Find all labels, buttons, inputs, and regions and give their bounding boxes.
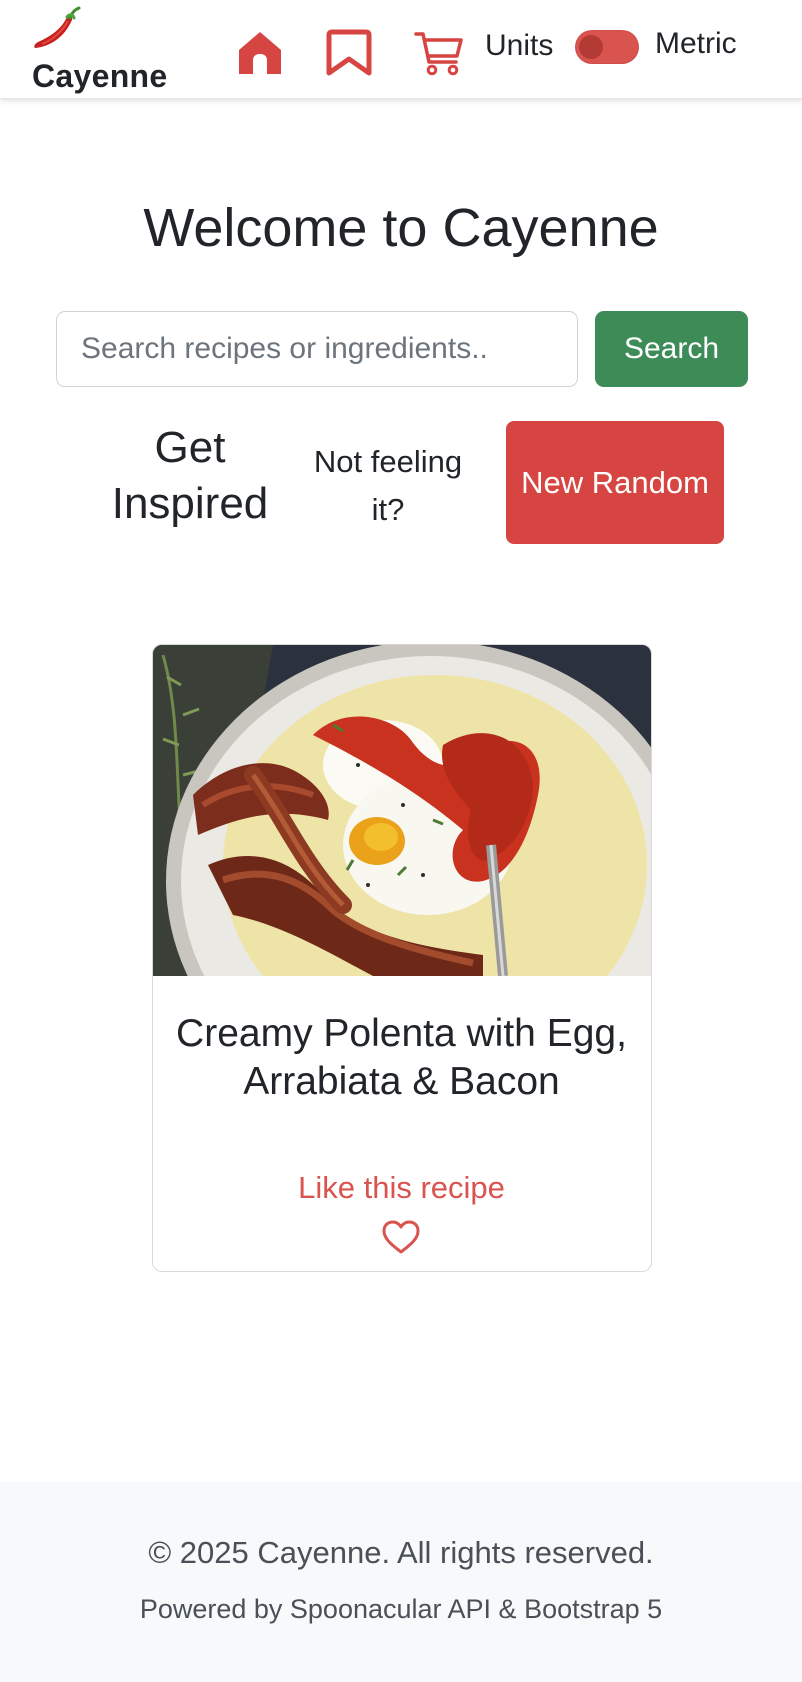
toggle-knob: [579, 35, 603, 59]
recipe-image[interactable]: [153, 645, 652, 976]
get-inspired-heading: Get Inspired: [111, 423, 269, 528]
heart-outline-icon[interactable]: [381, 1219, 421, 1255]
like-recipe-link[interactable]: Like this recipe: [153, 1170, 650, 1206]
units-value-label: Metric: [655, 27, 737, 60]
search-input[interactable]: [56, 311, 578, 387]
chili-pepper-icon: [34, 6, 81, 48]
powered-by-text: Powered by Spoonacular API & Bootstrap 5: [139, 1594, 663, 1624]
navbar: Cayenne Units Metric: [0, 0, 802, 99]
units-toggle[interactable]: [575, 30, 639, 64]
copyright-text: © 2025 Cayenne. All rights reserved.: [148, 1535, 654, 1570]
not-feeling-it-text: Not feeling it?: [313, 444, 463, 527]
cart-icon[interactable]: [414, 30, 464, 76]
footer: © 2025 Cayenne. All rights reserved. Pow…: [0, 1482, 802, 1682]
bookmark-icon[interactable]: [326, 28, 372, 76]
recipe-title[interactable]: Creamy Polenta with Egg, Arrabiata & Bac…: [153, 1010, 650, 1106]
units-label: Units: [485, 29, 554, 62]
home-icon[interactable]: [236, 29, 284, 77]
recipe-card: Creamy Polenta with Egg, Arrabiata & Bac…: [152, 644, 652, 1272]
search-button[interactable]: Search: [595, 311, 748, 387]
new-random-button[interactable]: New Random: [506, 421, 724, 544]
page-title: Welcome to Cayenne: [143, 198, 659, 258]
brand-name: Cayenne: [32, 58, 168, 94]
